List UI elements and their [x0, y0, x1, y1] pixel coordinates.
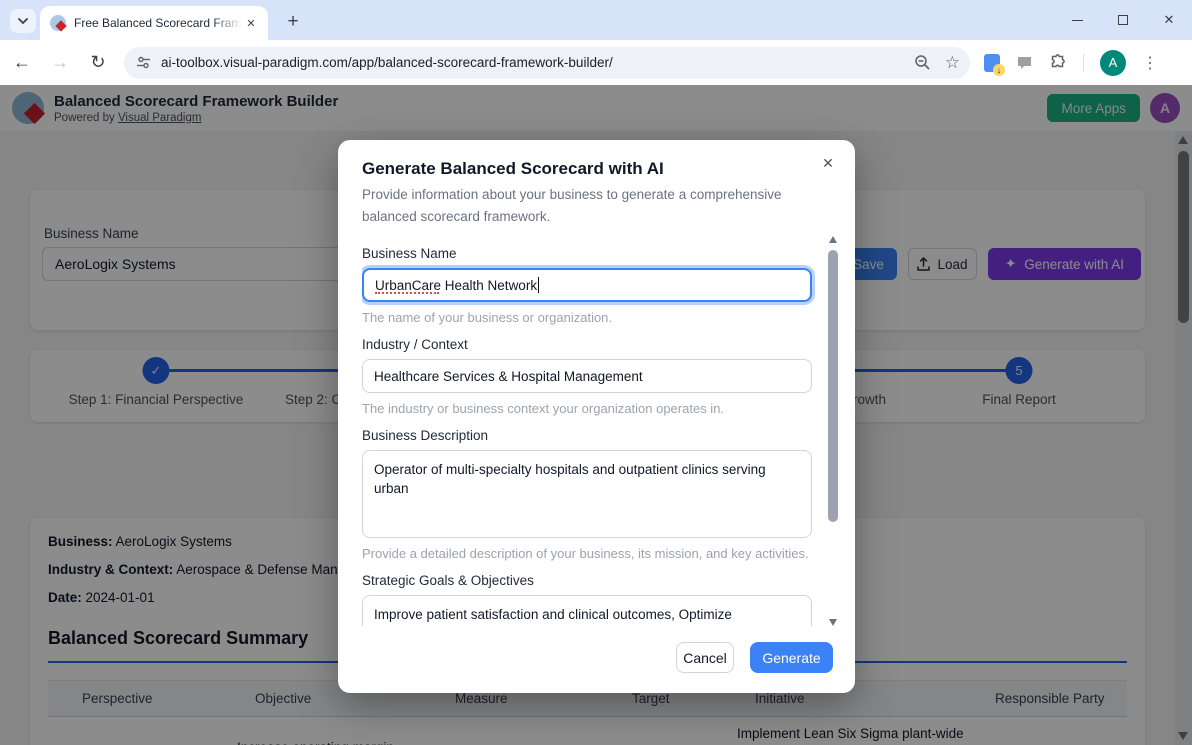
generate-ai-dialog: Generate Balanced Scorecard with AI ✕ Pr…	[338, 140, 855, 693]
modal-goals-textarea[interactable]: Improve patient satisfaction and clinica…	[362, 595, 812, 626]
dialog-footer: Cancel Generate	[676, 642, 833, 673]
modal-description-value: Operator of multi-specialty hospitals an…	[374, 462, 766, 496]
site-favicon-icon	[50, 15, 66, 31]
dialog-scrollbar-thumb[interactable]	[828, 250, 838, 522]
browser-window: Free Balanced Scorecard Framew ✕ + ✕ ← →…	[0, 0, 1192, 745]
minimize-icon	[1071, 19, 1083, 21]
spellcheck-squiggle	[375, 292, 439, 294]
modal-business-name-value: UrbanCare Health Network	[375, 277, 538, 293]
window-minimize-button[interactable]	[1054, 0, 1100, 40]
window-close-button[interactable]: ✕	[1146, 0, 1192, 40]
site-settings-icon[interactable]	[136, 55, 151, 70]
modal-industry-input[interactable]: Healthcare Services & Hospital Managemen…	[362, 359, 812, 393]
toolbar-divider	[1083, 53, 1084, 72]
page-save-extension-icon[interactable]	[984, 53, 1005, 76]
modal-business-name-help: The name of your business or organizatio…	[362, 310, 613, 325]
modal-description-label: Business Description	[362, 428, 489, 443]
forward-button: →	[44, 47, 76, 79]
text-caret	[538, 277, 540, 293]
dialog-scrollbar[interactable]	[827, 236, 839, 626]
browser-menu-icon[interactable]: ⋮	[1142, 53, 1158, 73]
modal-goals-value: Improve patient satisfaction and clinica…	[374, 607, 732, 626]
modal-goals-label: Strategic Goals & Objectives	[362, 573, 534, 588]
modal-business-name-label: Business Name	[362, 246, 457, 261]
zoom-out-icon[interactable]	[914, 54, 931, 71]
browser-toolbar: ← → ↻ ai-toolbox.visual-paradigm.com/app…	[0, 40, 1192, 85]
extensions-puzzle-icon[interactable]	[1049, 53, 1067, 72]
page-viewport: Balanced Scorecard Framework Builder Pow…	[0, 85, 1192, 745]
generate-button[interactable]: Generate	[750, 642, 833, 673]
tab-close-icon[interactable]: ✕	[242, 14, 260, 32]
dialog-title: Generate Balanced Scorecard with AI	[362, 159, 664, 178]
toolbar-extensions: A ⋮	[984, 49, 1172, 76]
dialog-close-icon[interactable]: ✕	[817, 152, 839, 174]
dialog-scroll-up-icon[interactable]	[829, 236, 837, 243]
modal-industry-help: The industry or business context your or…	[362, 401, 725, 416]
chevron-down-icon	[17, 17, 29, 25]
modal-description-textarea[interactable]: Operator of multi-specialty hospitals an…	[362, 450, 812, 538]
reload-button[interactable]: ↻	[82, 47, 114, 79]
url-bar[interactable]: ai-toolbox.visual-paradigm.com/app/balan…	[124, 46, 970, 79]
new-tab-button[interactable]: +	[280, 9, 306, 35]
window-maximize-button[interactable]	[1100, 0, 1146, 40]
dialog-form: Business Name UrbanCare Health Network T…	[362, 236, 819, 626]
browser-tab[interactable]: Free Balanced Scorecard Framew ✕	[40, 6, 268, 40]
url-text[interactable]: ai-toolbox.visual-paradigm.com/app/balan…	[161, 55, 914, 70]
modal-industry-label: Industry / Context	[362, 337, 468, 352]
tab-search-button[interactable]	[10, 9, 36, 33]
browser-profile-avatar[interactable]: A	[1100, 49, 1126, 76]
dialog-scroll-down-icon[interactable]	[829, 619, 837, 626]
cancel-button[interactable]: Cancel	[676, 642, 734, 673]
modal-industry-value: Healthcare Services & Hospital Managemen…	[374, 368, 643, 384]
maximize-icon	[1118, 15, 1128, 25]
modal-business-name-input[interactable]: UrbanCare Health Network	[362, 268, 812, 302]
browser-tabstrip: Free Balanced Scorecard Framew ✕ + ✕	[0, 0, 1192, 40]
back-button[interactable]: ←	[6, 47, 38, 79]
bookmark-star-icon[interactable]: ☆	[945, 53, 960, 73]
window-controls: ✕	[1054, 0, 1192, 40]
modal-description-help: Provide a detailed description of your b…	[362, 546, 809, 561]
chat-extension-icon[interactable]	[1016, 55, 1033, 71]
tab-title: Free Balanced Scorecard Framew	[74, 16, 242, 30]
dialog-description: Provide information about your business …	[362, 187, 782, 224]
